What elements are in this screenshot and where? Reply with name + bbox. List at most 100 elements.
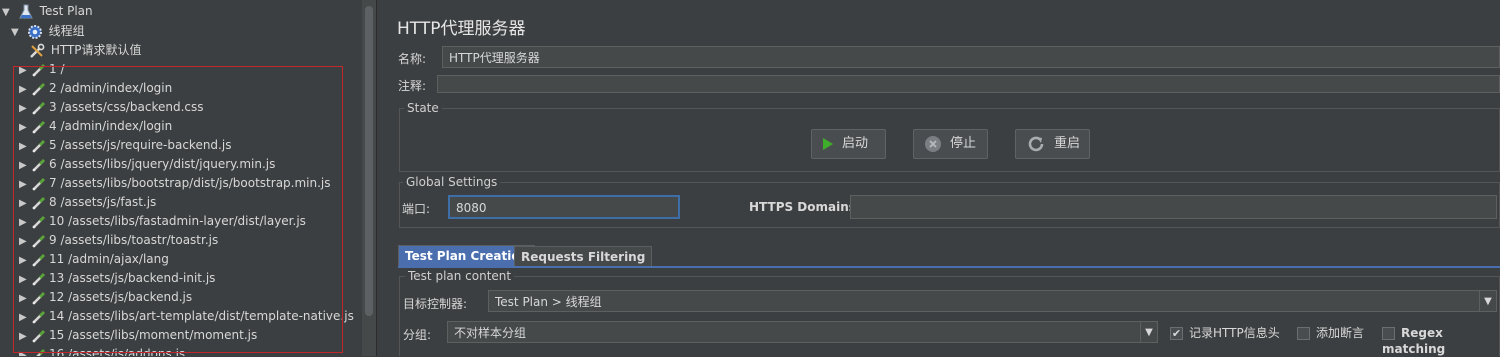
- scrollbar-thumb[interactable]: [365, 6, 373, 316]
- collapse-arrow-icon[interactable]: ▼: [11, 23, 23, 42]
- expand-arrow-icon[interactable]: ▶: [19, 137, 31, 156]
- tree-node-sampler[interactable]: ▶ 12 /assets/js/backend.js: [19, 288, 192, 307]
- start-button[interactable]: 启动: [811, 129, 886, 159]
- tree-node-sampler[interactable]: ▶ 9 /assets/libs/toastr/toastr.js: [19, 231, 218, 250]
- gear-icon: [27, 24, 45, 40]
- tree-node-sampler[interactable]: ▶ 3 /assets/css/backend.css: [19, 98, 204, 117]
- refresh-icon: [1028, 136, 1044, 151]
- expand-arrow-icon[interactable]: ▶: [19, 251, 31, 270]
- expand-arrow-icon[interactable]: ▶: [19, 194, 31, 213]
- sampler-label: 2 /admin/index/login: [49, 81, 173, 95]
- pipette-icon: [31, 233, 49, 249]
- tree-node-sampler[interactable]: ▶ 7 /assets/libs/bootstrap/dist/js/bootst…: [19, 174, 331, 193]
- tree-node-sampler[interactable]: ▶ 1 /: [19, 60, 65, 79]
- restart-label: 重启: [1054, 136, 1081, 151]
- comment-label: 注释:: [398, 79, 427, 93]
- restart-button[interactable]: 重启: [1015, 129, 1090, 159]
- stop-icon: [925, 135, 941, 152]
- start-label: 启动: [842, 136, 869, 151]
- global-settings-title: Global Settings: [403, 175, 501, 189]
- expand-arrow-icon[interactable]: ▶: [19, 232, 31, 251]
- expand-arrow-icon[interactable]: ▶: [19, 99, 31, 118]
- pipette-icon: [31, 138, 49, 154]
- tree-scrollbar[interactable]: [362, 0, 376, 356]
- chevron-down-icon[interactable]: ▼: [1479, 291, 1496, 311]
- checkbox-box[interactable]: ✔: [1170, 327, 1183, 340]
- tree-node-sampler[interactable]: ▶ 15 /assets/libs/moment/moment.js: [19, 326, 257, 345]
- tree-node-sampler[interactable]: ▶ 11 /admin/ajax/lang: [19, 250, 169, 269]
- tree-node-sampler[interactable]: ▶ 10 /assets/libs/fastadmin-layer/dist/la…: [19, 212, 306, 231]
- sampler-label: 3 /assets/css/backend.css: [49, 100, 204, 114]
- pipette-icon: [31, 252, 49, 268]
- add-assertions-checkbox[interactable]: 添加断言: [1297, 325, 1364, 341]
- test-plan-tree[interactable]: ▼ Test Plan ▼ 线程组 HTTP请求默认值 ▶ 1 / ▶ 2 /admi…: [0, 0, 362, 356]
- stop-label: 停止: [950, 136, 977, 151]
- chevron-down-icon[interactable]: ▼: [1140, 322, 1157, 342]
- tab-requests-filtering[interactable]: Requests Filtering: [514, 246, 653, 267]
- sampler-label: 4 /admin/index/login: [49, 119, 173, 133]
- sampler-label: 1 /: [49, 62, 65, 76]
- page-title: HTTP代理服务器: [397, 19, 526, 39]
- split-pane-divider[interactable]: [376, 0, 389, 356]
- pipette-icon: [31, 157, 49, 173]
- expand-arrow-icon[interactable]: ▶: [19, 327, 31, 346]
- collapse-arrow-icon[interactable]: ▼: [2, 3, 14, 22]
- grouping-select[interactable]: 不对样本分组 ▼: [447, 321, 1158, 343]
- checkbox-box[interactable]: [1297, 327, 1310, 340]
- add-assertions-label: 添加断言: [1316, 326, 1365, 340]
- sampler-label: 15 /assets/libs/moment/moment.js: [49, 328, 258, 342]
- tree-node-sampler[interactable]: ▶ 4 /admin/index/login: [19, 117, 172, 136]
- expand-arrow-icon[interactable]: ▶: [19, 289, 31, 308]
- tree-node-sampler[interactable]: ▶ 5 /assets/js/require-backend.js: [19, 136, 231, 155]
- wrench-icon: [29, 43, 47, 59]
- test-plan-content-group: [399, 276, 1500, 356]
- expand-arrow-icon[interactable]: ▶: [19, 80, 31, 99]
- port-input[interactable]: 8080: [448, 195, 680, 219]
- stop-button[interactable]: 停止: [913, 129, 988, 159]
- pipette-icon: [31, 328, 49, 344]
- tree-node-sampler[interactable]: ▶ 16 /assets/js/addons.js: [19, 345, 185, 356]
- pipette-icon: [31, 81, 49, 97]
- https-domains-input[interactable]: [850, 195, 1497, 219]
- expand-arrow-icon[interactable]: ▶: [19, 346, 31, 356]
- name-field[interactable]: HTTP代理服务器: [442, 46, 1500, 68]
- regex-matching-checkbox[interactable]: Regex matching: [1382, 325, 1500, 356]
- comment-field[interactable]: [437, 75, 1500, 93]
- https-domains-label: HTTPS Domains:: [749, 200, 861, 214]
- pipette-icon: [31, 62, 49, 78]
- state-group-title: State: [404, 101, 442, 115]
- tree-node-test-plan[interactable]: ▼ Test Plan: [2, 2, 93, 21]
- expand-arrow-icon[interactable]: ▶: [19, 118, 31, 137]
- tab-underline: [398, 266, 1500, 268]
- tree-node-sampler[interactable]: ▶ 6 /assets/libs/jquery/dist/jquery.min.j…: [19, 155, 275, 174]
- grouping-value: 不对样本分组: [454, 326, 527, 340]
- sampler-label: 8 /assets/js/fast.js: [49, 195, 157, 209]
- tree-node-http-defaults[interactable]: HTTP请求默认值: [29, 41, 142, 60]
- sampler-label: 7 /assets/libs/bootstrap/dist/js/bootstr…: [49, 176, 331, 190]
- sampler-label: 10 /assets/libs/fastadmin-layer/dist/lay…: [49, 214, 306, 228]
- tree-node-sampler[interactable]: ▶ 13 /assets/js/backend-init.js: [19, 269, 215, 288]
- port-label: 端口:: [402, 202, 431, 216]
- expand-arrow-icon[interactable]: ▶: [19, 308, 31, 327]
- play-icon: [823, 137, 833, 150]
- expand-arrow-icon[interactable]: ▶: [19, 213, 31, 232]
- expand-arrow-icon[interactable]: ▶: [19, 175, 31, 194]
- target-controller-select[interactable]: Test Plan > 线程组 ▼: [488, 290, 1497, 312]
- checkbox-box[interactable]: [1382, 327, 1395, 340]
- expand-arrow-icon[interactable]: ▶: [19, 156, 31, 175]
- tree-node-sampler[interactable]: ▶ 2 /admin/index/login: [19, 79, 172, 98]
- tree-node-sampler[interactable]: ▶ 8 /assets/js/fast.js: [19, 193, 156, 212]
- tree-node-label: Test Plan: [39, 4, 93, 18]
- tree-node-thread-group[interactable]: ▼ 线程组: [11, 22, 85, 41]
- expand-arrow-icon[interactable]: ▶: [19, 61, 31, 80]
- tree-node-sampler[interactable]: ▶ 14 /assets/libs/art-template/dist/templ…: [19, 307, 354, 326]
- record-headers-checkbox[interactable]: ✔ 记录HTTP信息头: [1170, 325, 1280, 341]
- pipette-icon: [31, 309, 49, 325]
- sampler-label: 9 /assets/libs/toastr/toastr.js: [49, 233, 219, 247]
- pipette-icon: [31, 290, 49, 306]
- sampler-label: 11 /admin/ajax/lang: [49, 252, 169, 266]
- expand-arrow-icon[interactable]: ▶: [19, 270, 31, 289]
- pipette-icon: [31, 195, 49, 211]
- pipette-icon: [31, 100, 49, 116]
- pipette-icon: [31, 347, 49, 356]
